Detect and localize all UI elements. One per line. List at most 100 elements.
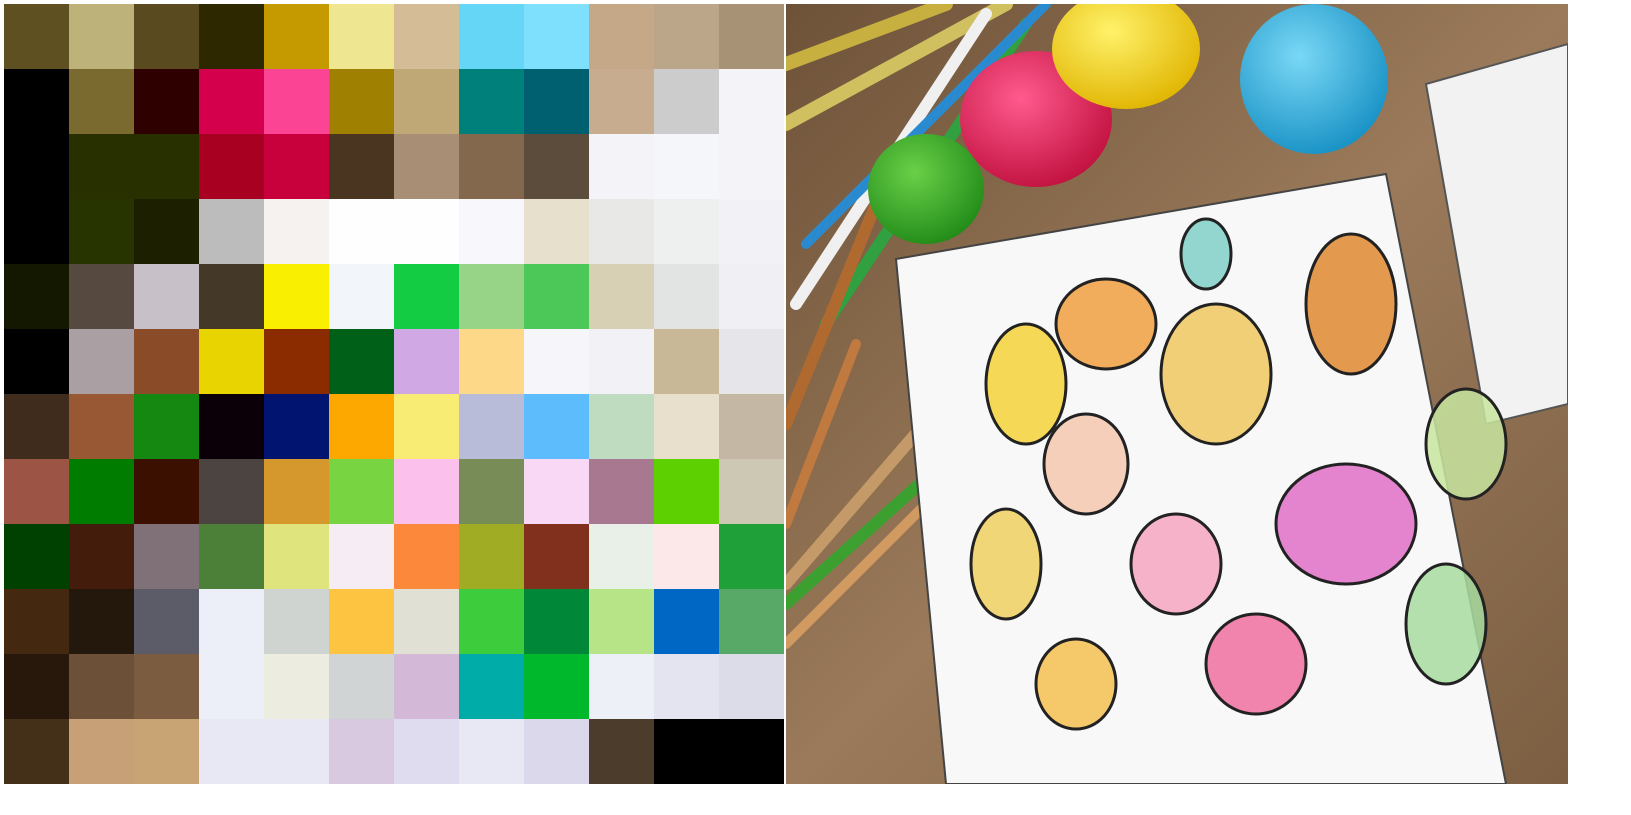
easter-coloring-photo: [786, 4, 1568, 784]
mosaic-cell: [199, 394, 264, 459]
mosaic-cell: [589, 264, 654, 329]
mosaic-cell: [719, 524, 784, 589]
mosaic-cell: [329, 69, 394, 134]
mosaic-cell: [69, 4, 134, 69]
mosaic-cell: [589, 459, 654, 524]
mosaic-cell: [134, 589, 199, 654]
mosaic-cell: [394, 654, 459, 719]
mosaic-cell: [524, 264, 589, 329]
mosaic-cell: [524, 69, 589, 134]
mosaic-cell: [589, 329, 654, 394]
mosaic-cell: [134, 394, 199, 459]
mosaic-cell: [199, 199, 264, 264]
mosaic-cell: [134, 199, 199, 264]
mosaic-cell: [134, 4, 199, 69]
mosaic-cell: [69, 329, 134, 394]
mosaic-cell: [394, 524, 459, 589]
mosaic-cell: [654, 329, 719, 394]
mosaic-cell: [654, 589, 719, 654]
mosaic-cell: [264, 199, 329, 264]
mosaic-cell: [719, 329, 784, 394]
mosaic-cell: [654, 654, 719, 719]
mosaic-cell: [264, 589, 329, 654]
mosaic-cell: [4, 459, 69, 524]
mosaic-cell: [589, 654, 654, 719]
mosaic-cell: [264, 654, 329, 719]
mosaic-cell: [524, 199, 589, 264]
mosaic-cell: [459, 459, 524, 524]
mosaic-cell: [719, 719, 784, 784]
mosaic-cell: [459, 654, 524, 719]
mosaic-cell: [199, 329, 264, 394]
mosaic-cell: [134, 654, 199, 719]
pixel-mosaic: [4, 4, 784, 784]
mosaic-cell: [4, 329, 69, 394]
mosaic-cell: [264, 134, 329, 199]
mosaic-cell: [69, 199, 134, 264]
mosaic-cell: [69, 69, 134, 134]
mosaic-cell: [329, 4, 394, 69]
mosaic-cell: [134, 459, 199, 524]
mosaic-cell: [4, 264, 69, 329]
mosaic-cell: [589, 4, 654, 69]
mosaic-cell: [394, 394, 459, 459]
mosaic-cell: [329, 719, 394, 784]
mosaic-cell: [394, 134, 459, 199]
mosaic-cell: [264, 459, 329, 524]
mosaic-cell: [524, 524, 589, 589]
mosaic-cell: [69, 524, 134, 589]
mosaic-cell: [394, 459, 459, 524]
mosaic-cell: [719, 394, 784, 459]
blue-egg: [1240, 4, 1388, 154]
mosaic-cell: [69, 654, 134, 719]
mosaic-cell: [329, 199, 394, 264]
mosaic-cell: [719, 589, 784, 654]
mosaic-cell: [459, 4, 524, 69]
mosaic-cell: [329, 524, 394, 589]
green-egg: [868, 134, 984, 244]
mosaic-cell: [69, 719, 134, 784]
mosaic-cell: [654, 199, 719, 264]
mosaic-cell: [329, 134, 394, 199]
mosaic-cell: [264, 524, 329, 589]
mosaic-cell: [4, 69, 69, 134]
mosaic-cell: [459, 329, 524, 394]
mosaic-cell: [264, 264, 329, 329]
mosaic-cell: [524, 589, 589, 654]
mosaic-cell: [199, 719, 264, 784]
mosaic-cell: [459, 134, 524, 199]
mosaic-cell: [329, 394, 394, 459]
mosaic-cell: [264, 69, 329, 134]
mosaic-cell: [329, 329, 394, 394]
mosaic-cell: [524, 459, 589, 524]
mosaic-cell: [459, 199, 524, 264]
mosaic-cell: [654, 459, 719, 524]
mosaic-cell: [4, 394, 69, 459]
mosaic-cell: [394, 4, 459, 69]
mosaic-cell: [199, 459, 264, 524]
mosaic-cell: [394, 264, 459, 329]
mosaic-cell: [4, 719, 69, 784]
mosaic-cell: [4, 589, 69, 654]
mosaic-cell: [589, 394, 654, 459]
mosaic-cell: [524, 394, 589, 459]
mosaic-cell: [459, 264, 524, 329]
mosaic-cell: [719, 459, 784, 524]
mosaic-cell: [589, 589, 654, 654]
mosaic-cell: [69, 589, 134, 654]
mosaic-cell: [199, 4, 264, 69]
mosaic-cell: [459, 524, 524, 589]
mosaic-cell: [654, 134, 719, 199]
mosaic-cell: [134, 329, 199, 394]
mosaic-cell: [589, 69, 654, 134]
mosaic-cell: [719, 199, 784, 264]
mosaic-cell: [654, 524, 719, 589]
mosaic-cell: [69, 394, 134, 459]
mosaic-cell: [4, 134, 69, 199]
mosaic-cell: [524, 4, 589, 69]
mosaic-cell: [264, 4, 329, 69]
mosaic-cell: [654, 69, 719, 134]
mosaic-cell: [459, 719, 524, 784]
mosaic-cell: [394, 329, 459, 394]
mosaic-cell: [199, 134, 264, 199]
